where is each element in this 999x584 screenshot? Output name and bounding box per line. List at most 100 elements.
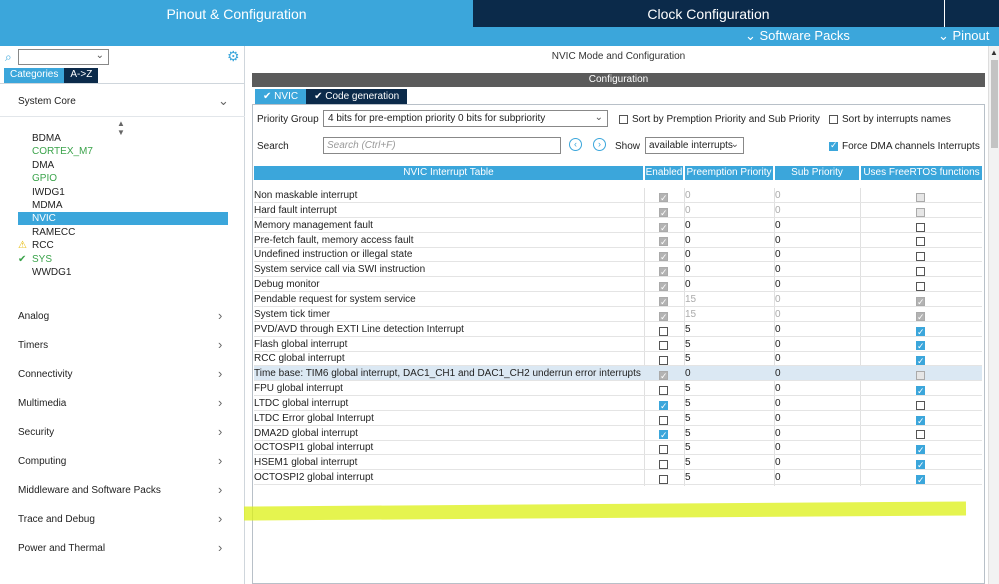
tab-pinout-configuration[interactable]: Pinout & Configuration [0, 0, 473, 27]
sub-priority-cell[interactable]: 0 [775, 411, 781, 426]
enabled-checkbox[interactable] [659, 280, 668, 295]
table-row[interactable]: DMA2D global interrupt 5 0 [254, 426, 982, 443]
freertos-checkbox[interactable] [916, 443, 925, 458]
freertos-checkbox[interactable] [916, 430, 925, 440]
pinout-menu[interactable]: ⌄ Pinout [938, 28, 989, 44]
gear-icon[interactable]: ⚙ [227, 48, 240, 65]
preemption-priority-cell[interactable]: 5 [685, 381, 691, 396]
sub-priority-cell[interactable]: 0 [775, 277, 781, 292]
enabled-checkbox[interactable] [659, 326, 668, 336]
preemption-priority-cell[interactable]: 0 [685, 262, 691, 277]
table-row[interactable]: LTDC Error global Interrupt 5 0 [254, 411, 982, 429]
sub-priority-cell[interactable]: 0 [775, 218, 781, 233]
peripheral-item[interactable]: RAMECC [18, 226, 228, 239]
preemption-priority-cell[interactable]: 5 [685, 337, 691, 352]
freertos-checkbox[interactable] [916, 310, 925, 325]
peripheral-item[interactable]: WWDG1 [18, 266, 228, 279]
freertos-checkbox[interactable] [916, 192, 925, 202]
sub-priority-cell[interactable]: 0 [775, 203, 781, 218]
table-row[interactable]: Pendable request for system service 15 0 [254, 292, 982, 310]
enabled-checkbox[interactable] [659, 356, 668, 366]
sub-priority-cell[interactable]: 0 [775, 366, 781, 381]
enabled-checkbox[interactable] [659, 265, 668, 280]
preemption-priority-cell[interactable]: 5 [685, 470, 691, 485]
sub-priority-cell[interactable]: 0 [775, 322, 781, 337]
table-row[interactable]: RCC global interrupt 5 0 [254, 351, 982, 369]
preemption-priority-cell[interactable]: 0 [685, 218, 691, 233]
header-uses-freertos[interactable]: Uses FreeRTOS functions [861, 166, 982, 180]
preemption-priority-cell[interactable]: 5 [685, 411, 691, 426]
sort-names-checkbox[interactable] [829, 114, 838, 124]
sort-preemption-checkbox[interactable] [619, 114, 628, 124]
table-row[interactable]: Flash global interrupt 5 0 [254, 337, 982, 354]
category-item[interactable]: Analog › [0, 303, 245, 332]
category-item[interactable]: Computing › [0, 448, 245, 477]
table-row[interactable]: OCTOSPI1 global interrupt 5 0 [254, 440, 982, 458]
sub-priority-cell[interactable]: 0 [775, 470, 781, 485]
table-row[interactable]: Non maskable interrupt 0 0 [254, 188, 982, 206]
tab-code-generation[interactable]: ✔ Code generation [306, 89, 408, 104]
table-row[interactable]: Time base: TIM6 global interrupt, DAC1_C… [254, 366, 982, 384]
enabled-checkbox[interactable] [659, 295, 668, 310]
peripheral-item[interactable]: IWDG1 [18, 186, 228, 199]
freertos-checkbox[interactable] [916, 400, 925, 410]
table-row[interactable]: HSEM1 global interrupt 5 0 [254, 455, 982, 473]
peripheral-item[interactable]: MDMA [18, 199, 228, 212]
sub-priority-cell[interactable]: 0 [775, 381, 781, 396]
enabled-checkbox[interactable] [659, 310, 668, 325]
preemption-priority-cell[interactable]: 0 [685, 247, 691, 262]
preemption-priority-cell[interactable]: 0 [685, 233, 691, 248]
table-row[interactable]: System service call via SWI instruction 0… [254, 262, 982, 280]
category-system-core[interactable]: System Core ⌄ [0, 88, 245, 117]
enabled-checkbox[interactable] [659, 475, 668, 484]
sub-priority-cell[interactable]: 0 [775, 233, 781, 248]
preemption-priority-cell[interactable]: 5 [685, 455, 691, 470]
sub-priority-cell[interactable]: 0 [775, 292, 781, 307]
sort-names-option[interactable]: Sort by interrupts names [829, 114, 951, 125]
preemption-priority-cell[interactable]: 5 [685, 322, 691, 337]
category-item[interactable]: Trace and Debug › [0, 506, 245, 535]
enabled-checkbox[interactable] [659, 191, 668, 206]
sub-priority-cell[interactable]: 0 [775, 396, 781, 411]
sub-priority-cell[interactable]: 0 [775, 188, 781, 203]
peripheral-item[interactable]: DMA [18, 159, 228, 172]
search-input[interactable]: Search (Ctrl+F) [323, 137, 561, 154]
table-row[interactable]: LTDC global interrupt 5 0 [254, 396, 982, 414]
enabled-checkbox[interactable] [659, 250, 668, 265]
peripheral-item[interactable]: GPIO [18, 172, 228, 185]
sort-preemption-option[interactable]: Sort by Premption Priority and Sub Prior… [619, 114, 820, 125]
freertos-checkbox[interactable] [916, 281, 925, 291]
category-item[interactable]: Timers › [0, 332, 245, 361]
software-packs-menu[interactable]: ⌄ Software Packs [745, 28, 850, 44]
sidebar-search-input[interactable]: ⌄ [18, 49, 109, 65]
preemption-priority-cell[interactable]: 0 [685, 366, 691, 381]
freertos-checkbox[interactable] [916, 325, 925, 340]
freertos-checkbox[interactable] [916, 295, 925, 310]
freertos-checkbox[interactable] [916, 207, 925, 217]
preemption-priority-cell[interactable]: 5 [685, 426, 691, 441]
force-dma-option[interactable]: Force DMA channels Interrupts [829, 140, 980, 152]
sub-priority-cell[interactable]: 0 [775, 247, 781, 262]
preemption-priority-cell[interactable]: 15 [685, 307, 696, 322]
force-dma-checkbox[interactable] [829, 140, 838, 151]
enabled-checkbox[interactable] [659, 385, 668, 395]
preemption-priority-cell[interactable]: 15 [685, 292, 696, 307]
table-row[interactable]: Debug monitor 0 0 [254, 277, 982, 295]
preemption-priority-cell[interactable]: 0 [685, 203, 691, 218]
header-sub-priority[interactable]: Sub Priority [775, 166, 859, 180]
header-interrupt-table[interactable]: NVIC Interrupt Table [254, 166, 643, 180]
tab-categories[interactable]: Categories [4, 68, 65, 83]
peripheral-item[interactable]: BDMA [18, 132, 228, 145]
freertos-checkbox[interactable] [916, 222, 925, 232]
table-row[interactable]: OCTOSPI2 global interrupt 5 0 [254, 470, 982, 488]
category-item[interactable]: Power and Thermal › [0, 535, 245, 564]
peripheral-item[interactable]: NVIC [18, 212, 228, 226]
freertos-checkbox[interactable] [916, 414, 925, 429]
preemption-priority-cell[interactable]: 0 [685, 277, 691, 292]
sub-priority-cell[interactable]: 0 [775, 307, 781, 322]
tab-extra[interactable] [944, 0, 999, 27]
enabled-checkbox[interactable] [659, 341, 668, 351]
category-item[interactable]: Connectivity › [0, 361, 245, 390]
preemption-priority-cell[interactable]: 0 [685, 188, 691, 203]
sub-priority-cell[interactable]: 0 [775, 351, 781, 366]
